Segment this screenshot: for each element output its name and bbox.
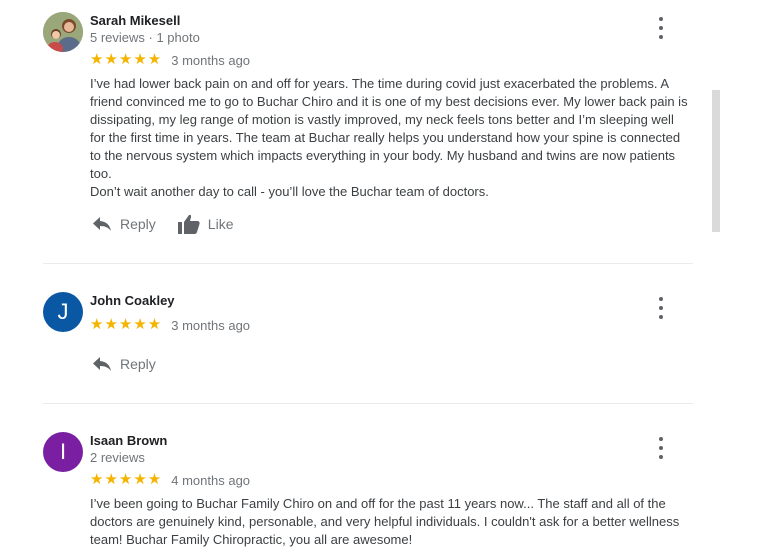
reviewer-name[interactable]: Sarah Mikesell [90, 13, 180, 28]
like-button[interactable]: Like [177, 214, 234, 234]
profile-photo [43, 12, 83, 52]
review-date: 3 months ago [171, 317, 251, 333]
more-options-button[interactable] [651, 437, 671, 459]
more-vert-icon [659, 297, 663, 301]
thumb-up-icon [177, 214, 200, 234]
review-text: I’ve been going to Buchar Family Chiro o… [90, 495, 690, 549]
avatar[interactable]: I [43, 432, 83, 472]
reply-label: Reply [120, 356, 156, 372]
avatar[interactable] [43, 12, 83, 52]
rating-row: ★★★★★ 3 months ago [90, 52, 250, 68]
reply-icon [93, 357, 111, 371]
rating-row: ★★★★★ 4 months ago [90, 472, 250, 488]
more-vert-icon [659, 437, 663, 441]
star-rating: ★★★★★ [90, 51, 163, 68]
more-options-button[interactable] [651, 297, 671, 319]
more-vert-icon [659, 17, 663, 21]
review-date: 4 months ago [171, 472, 251, 488]
rating-row: ★★★★★ 3 months ago [90, 317, 250, 333]
review-card: I Isaan Brown 2 reviews ★★★★★ 4 months a… [43, 432, 693, 558]
reviewer-name[interactable]: Isaan Brown [90, 433, 167, 448]
reviewer-name[interactable]: John Coakley [90, 293, 175, 308]
review-card: Sarah Mikesell 5 reviews · 1 photo ★★★★★… [43, 12, 693, 252]
review-paragraph: I’ve been going to Buchar Family Chiro o… [90, 496, 680, 547]
reviews-panel: { "reviews": [ { "name": "Sarah Mikesell… [0, 0, 765, 558]
star-rating: ★★★★★ [90, 316, 163, 333]
avatar-letter: J [57, 299, 69, 324]
avatar[interactable]: J [43, 292, 83, 332]
reviewer-stats: 2 reviews [90, 450, 145, 465]
review-actions: Reply Like [92, 213, 255, 235]
review-paragraph: Don’t wait another day to call - you’ll … [90, 184, 489, 199]
reply-button[interactable]: Reply [92, 356, 156, 372]
review-actions: Reply [92, 353, 178, 375]
more-options-button[interactable] [651, 17, 671, 39]
review-text: I’ve had lower back pain on and off for … [90, 75, 690, 201]
scrollbar-thumb[interactable] [712, 90, 720, 232]
avatar-letter: I [59, 439, 67, 464]
reply-icon [93, 217, 111, 231]
review-divider [43, 263, 693, 264]
reviewer-stats: 5 reviews · 1 photo [90, 30, 200, 45]
review-paragraph: I’ve had lower back pain on and off for … [90, 76, 688, 181]
reply-label: Reply [120, 216, 156, 232]
review-card: J John Coakley ★★★★★ 3 months ago Reply [43, 292, 693, 392]
like-label: Like [207, 216, 234, 232]
review-divider [43, 403, 693, 404]
reply-button[interactable]: Reply [92, 216, 156, 232]
review-date: 3 months ago [171, 52, 251, 68]
star-rating: ★★★★★ [90, 471, 163, 488]
